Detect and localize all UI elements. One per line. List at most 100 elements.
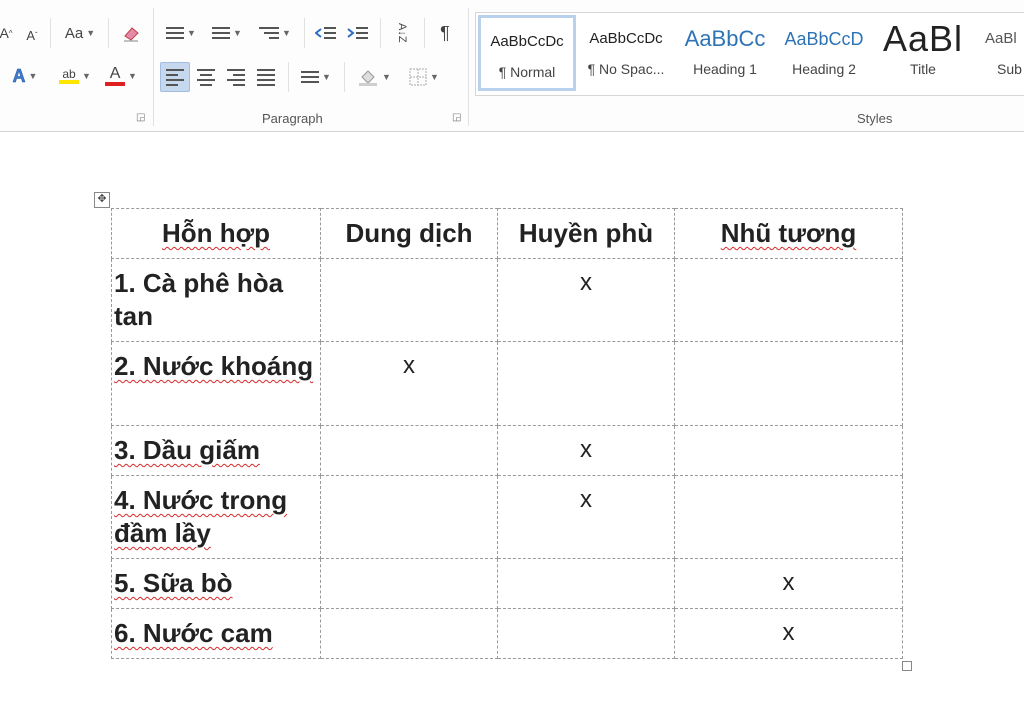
table-resize-handle-icon[interactable] xyxy=(902,661,912,671)
huyen-phu-cell[interactable]: x xyxy=(497,258,675,342)
font-color-icon: A xyxy=(105,66,126,86)
show-formatting-marks-button[interactable]: ¶ xyxy=(432,20,458,46)
row-name-cell[interactable]: 1. Cà phê hòa tan xyxy=(111,258,321,342)
huyen-phu-cell[interactable] xyxy=(497,558,675,609)
numbering-icon xyxy=(212,27,231,39)
table-header-row: Hỗn hợp Dung dịch Huyền phù Nhũ tương xyxy=(111,208,903,259)
header-cell[interactable]: Nhũ tương xyxy=(674,208,903,259)
row-name-cell[interactable]: 5. Sữa bò xyxy=(111,558,321,609)
shrink-font-button[interactable]: Aˇ xyxy=(22,22,42,48)
table-move-handle-icon[interactable]: ✥ xyxy=(94,192,110,208)
chevron-down-icon: ▼ xyxy=(233,28,242,38)
font-color-button[interactable]: A ▼ xyxy=(100,63,142,89)
separator xyxy=(344,62,345,92)
dung-dich-cell[interactable] xyxy=(320,258,498,342)
dung-dich-cell[interactable] xyxy=(320,475,498,559)
text-effects-button[interactable]: A ▼ xyxy=(8,63,42,89)
table-row: 3. Dầu giấm x xyxy=(111,425,903,476)
justify-button[interactable] xyxy=(252,64,280,90)
chevron-down-icon: ▼ xyxy=(86,28,96,38)
huyen-phu-cell[interactable]: x xyxy=(497,475,675,559)
header-cell[interactable]: Huyền phù xyxy=(497,208,675,259)
table-row: 6. Nước cam x xyxy=(111,608,903,659)
chevron-down-icon: ▼ xyxy=(187,28,196,38)
line-spacing-icon xyxy=(301,71,320,83)
numbering-button[interactable]: ▼ xyxy=(208,20,246,46)
ribbon-home-tab: A ^ Aˇ Aa ▼ A ▼ ab ▼ A ▼ ◲ ▼ ▼ ▼ A↓Z ¶ ▼… xyxy=(0,0,1024,132)
huyen-phu-cell[interactable] xyxy=(497,608,675,659)
row-name-cell[interactable]: 4. Nước trong đầm lầy xyxy=(111,475,321,559)
multilevel-list-button[interactable]: ▼ xyxy=(254,20,296,46)
font-dialog-launcher-icon[interactable]: ◲ xyxy=(136,112,145,123)
chevron-down-icon: ▼ xyxy=(282,28,291,38)
paragraph-group-label: Paragraph xyxy=(262,111,323,126)
shading-button[interactable]: ▼ xyxy=(352,64,396,90)
increase-indent-icon xyxy=(347,27,368,39)
borders-button[interactable]: ▼ xyxy=(402,64,446,90)
highlight-color-button[interactable]: ab ▼ xyxy=(54,63,96,89)
header-cell[interactable]: Hỗn hợp xyxy=(111,208,321,259)
dung-dich-cell[interactable] xyxy=(320,425,498,476)
row-name-cell[interactable]: 6. Nước cam xyxy=(111,608,321,659)
sort-button[interactable]: A↓Z xyxy=(388,20,416,46)
clear-formatting-button[interactable] xyxy=(118,20,144,46)
mixture-table[interactable]: Hỗn hợp Dung dịch Huyền phù Nhũ tương 1.… xyxy=(111,208,903,659)
chevron-down-icon: ▼ xyxy=(322,72,331,82)
dung-dich-cell[interactable]: x xyxy=(320,341,498,426)
document-page[interactable]: ✥ Hỗn hợp Dung dịch Huyền phù Nhũ tương … xyxy=(0,132,1024,705)
nhu-tuong-cell[interactable]: x xyxy=(674,608,903,659)
decrease-indent-button[interactable] xyxy=(312,20,340,46)
row-name-cell[interactable]: 2. Nước khoáng xyxy=(111,341,321,426)
row-name: 4. Nước trong đầm lầy xyxy=(114,485,288,548)
header-cell[interactable]: Dung dịch xyxy=(320,208,498,259)
increase-indent-button[interactable] xyxy=(344,20,372,46)
style-preview: AaBbCcDc xyxy=(490,33,564,50)
table-row: 5. Sữa bò x xyxy=(111,558,903,609)
eraser-icon xyxy=(124,27,139,42)
style-name: ¶ No Spac... xyxy=(587,61,665,77)
pilcrow-icon: ¶ xyxy=(440,22,450,43)
styles-group-label: Styles xyxy=(857,111,893,126)
row-name: 2. Nước khoáng xyxy=(114,351,314,381)
style-name: Heading 1 xyxy=(693,61,757,77)
separator xyxy=(108,18,109,48)
nhu-tuong-cell[interactable] xyxy=(674,341,903,426)
dung-dich-cell[interactable] xyxy=(320,608,498,659)
row-name-cell[interactable]: 3. Dầu giấm xyxy=(111,425,321,476)
grow-font-button[interactable]: A ^ xyxy=(0,20,14,46)
style-title[interactable]: AaBl Title xyxy=(874,15,972,91)
style-heading-1[interactable]: AaBbCc Heading 1 xyxy=(676,15,774,91)
nhu-tuong-cell[interactable] xyxy=(674,258,903,342)
chevron-down-icon: ▼ xyxy=(28,71,38,81)
borders-icon xyxy=(409,68,427,86)
align-right-button[interactable] xyxy=(222,64,250,90)
separator xyxy=(153,8,154,126)
line-spacing-button[interactable]: ▼ xyxy=(296,64,336,90)
align-left-button[interactable] xyxy=(160,62,190,92)
align-center-icon xyxy=(197,68,215,86)
style-preview: AaBl xyxy=(985,30,1017,47)
style-normal[interactable]: AaBbCcDc ¶ Normal xyxy=(478,15,576,91)
style-heading-2[interactable]: AaBbCcD Heading 2 xyxy=(775,15,873,91)
style-preview: AaBl xyxy=(882,18,964,59)
table-row: 4. Nước trong đầm lầy x xyxy=(111,475,903,559)
style-name: ¶ Normal xyxy=(498,64,556,80)
change-case-button[interactable]: Aa ▼ xyxy=(58,20,102,46)
bullets-button[interactable]: ▼ xyxy=(162,20,200,46)
huyen-phu-cell[interactable]: x xyxy=(497,425,675,476)
style-subtitle[interactable]: AaBl Sub xyxy=(973,15,1024,91)
dung-dich-cell[interactable] xyxy=(320,558,498,609)
nhu-tuong-cell[interactable] xyxy=(674,475,903,559)
nhu-tuong-cell[interactable] xyxy=(674,425,903,476)
huyen-phu-cell[interactable] xyxy=(497,341,675,426)
style-name: Title xyxy=(910,61,936,77)
align-center-button[interactable] xyxy=(192,64,220,90)
text-effects-icon: A xyxy=(12,65,26,86)
table-row: 1. Cà phê hòa tan x xyxy=(111,258,903,342)
separator xyxy=(468,8,469,126)
paint-bucket-icon xyxy=(359,70,378,86)
highlighter-icon: ab xyxy=(59,68,80,84)
style-no-spacing[interactable]: AaBbCcDc ¶ No Spac... xyxy=(577,15,675,91)
nhu-tuong-cell[interactable]: x xyxy=(674,558,903,609)
paragraph-dialog-launcher-icon[interactable]: ◲ xyxy=(452,112,461,123)
